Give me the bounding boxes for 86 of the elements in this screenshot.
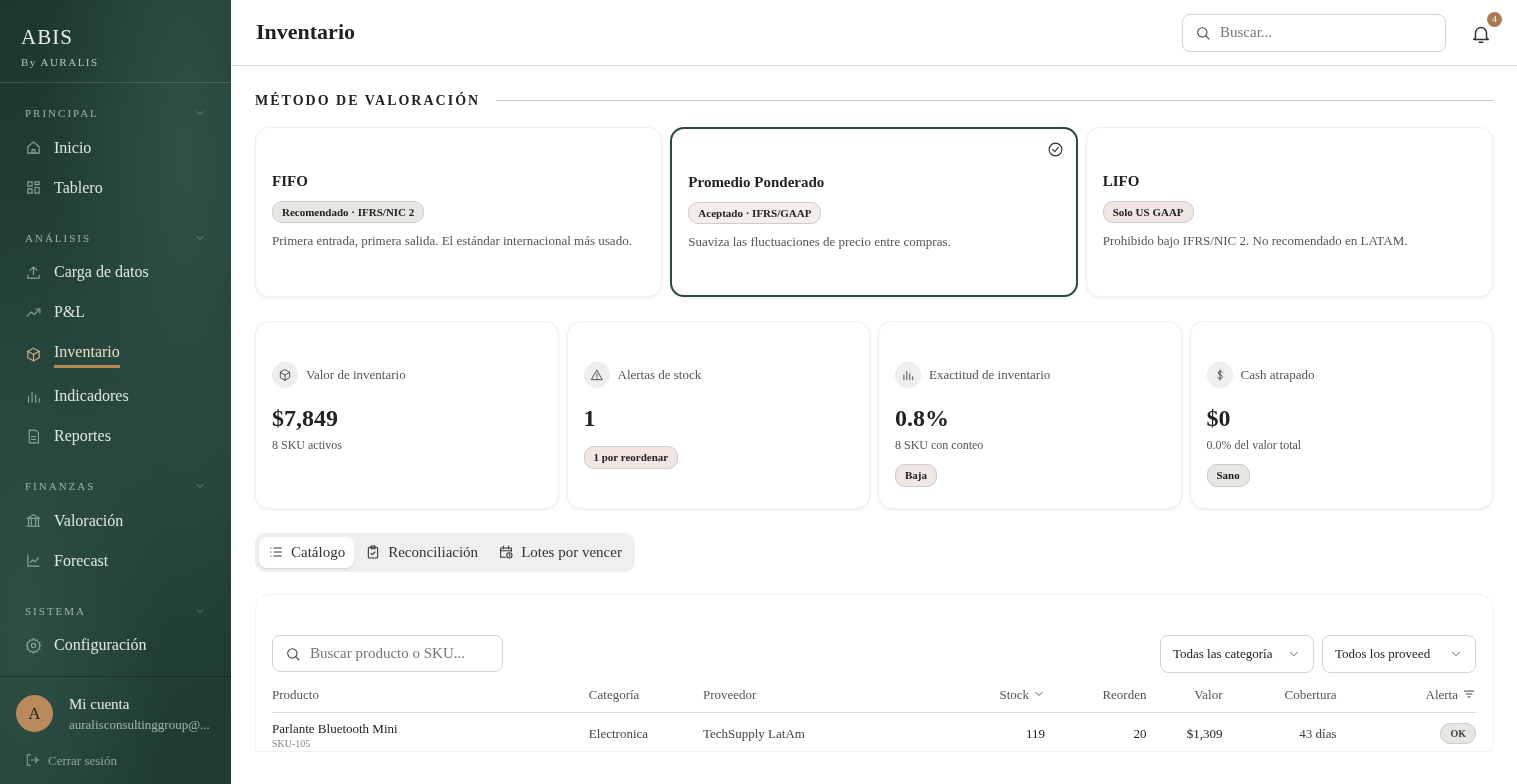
method-card[interactable]: FIFO Recomendado · IFRS/NIC 2 Primera entrada, primera salida. El estándar internacional más usado.	[255, 127, 663, 297]
tab[interactable]: Reconciliación	[356, 537, 488, 568]
product-name: Parlante Bluetooth Mini	[272, 720, 399, 738]
method-tag: Solo US GAAP	[1102, 200, 1194, 223]
nav-item[interactable]: Tablero	[0, 167, 231, 208]
nav-item[interactable]: Inventario	[0, 332, 231, 376]
status-tag: Sano	[1206, 464, 1250, 487]
cube-icon	[278, 368, 292, 382]
account-email: auralisconsultinggroup@...	[69, 716, 210, 734]
status-tag: 1 por reordenar	[583, 446, 679, 469]
section-label: FINANZAS	[25, 479, 96, 494]
section-label: ANÁLISIS	[25, 230, 92, 246]
method-description: Primera entrada, primera salida. El estándar internacional más usado.	[272, 232, 633, 250]
table-cell: Electronica	[588, 726, 649, 741]
kpi-value: 1	[583, 404, 597, 433]
column-header: Reorden	[1102, 685, 1147, 704]
nav-item[interactable]: Configuración	[0, 625, 231, 665]
kpi-caption: 0.0% del valor total	[1206, 437, 1303, 454]
filter-dropdown[interactable]: Todas las categoría	[1160, 634, 1314, 673]
product-sku: SKU-105	[272, 738, 312, 749]
column-header: Cobertura	[1284, 685, 1337, 704]
table-cell: TechSupply LatAm	[702, 726, 805, 741]
kpi-value: 0.8%	[895, 404, 950, 433]
account-name: Mi cuenta	[69, 694, 131, 714]
tab[interactable]: Catálogo	[259, 537, 355, 568]
method-description: Suaviza las fluctuaciones de precio entre compras.	[688, 233, 952, 251]
upload-icon	[25, 263, 42, 281]
nav-item[interactable]: Inicio	[0, 127, 231, 168]
column-header: Producto	[272, 685, 319, 704]
section-label: PRINCIPAL	[25, 106, 99, 121]
kpi-value: $7,849	[272, 404, 339, 433]
settings-icon	[25, 636, 42, 654]
kpi-label: Exactitud de inventario	[929, 366, 1051, 385]
logout-link[interactable]: Cerrar sesión	[24, 750, 215, 770]
brand-name: ABIS	[21, 24, 74, 51]
filter-dropdown[interactable]: Todos los proveed	[1322, 634, 1476, 673]
page-title: Inventario	[256, 19, 355, 46]
notification-count: 4	[1487, 12, 1502, 28]
column-header: Categoría	[588, 685, 640, 704]
method-name: LIFO	[1102, 172, 1141, 191]
line-chart-icon	[25, 552, 42, 569]
nav-item[interactable]: P&L	[0, 292, 231, 332]
column-header[interactable]: Alerta	[1425, 684, 1476, 704]
check-circle-icon	[1046, 141, 1064, 158]
brand-tagline: By AURALIS	[21, 54, 100, 70]
method-tag: Aceptado · IFRS/GAAP	[688, 201, 822, 224]
nav-item[interactable]: Valoración	[0, 500, 231, 541]
kpi-label: Alertas de stock	[617, 366, 702, 385]
kpi-value: $0	[1206, 404, 1232, 433]
table-cell: 119	[1026, 726, 1046, 741]
status-tag: Baja	[895, 464, 937, 487]
bar-chart-icon	[901, 368, 915, 382]
table-cell: 20	[1133, 726, 1147, 741]
calendar-clock-icon	[498, 544, 515, 561]
tab[interactable]: Lotes por vencer	[489, 537, 631, 568]
warning-icon	[589, 368, 604, 382]
product-search-field[interactable]: Buscar producto o SKU...	[272, 635, 503, 672]
kpi-label: Valor de inventario	[306, 366, 406, 385]
table-cell: 43 días	[1299, 726, 1337, 741]
column-header: Proveedor	[702, 685, 757, 704]
method-tag: Recomendado · IFRS/NIC 2	[272, 200, 425, 223]
kpi-label: Cash atrapado	[1240, 366, 1315, 385]
section-title: MÉTODO DE VALORACIÓN	[255, 91, 481, 110]
method-name: Promedio Ponderado	[688, 173, 826, 192]
nav-item[interactable]: Carga de datos	[0, 252, 231, 292]
nav-item[interactable]: Indicadores	[0, 376, 231, 416]
grid-icon	[25, 179, 42, 196]
bank-icon	[25, 512, 42, 529]
nav-item[interactable]: Reportes	[0, 416, 231, 456]
method-card[interactable]: Promedio Ponderado Aceptado · IFRS/GAAP Suaviza las fluctuaciones de precio entre compras.	[670, 127, 1078, 297]
section-label: SISTEMA	[25, 603, 87, 619]
house-icon	[25, 139, 42, 156]
kpi-caption: 8 SKU activos	[272, 437, 343, 454]
search-field[interactable]: Buscar...	[1182, 13, 1446, 52]
cube-icon	[25, 345, 42, 363]
method-name: FIFO	[272, 172, 309, 191]
method-description: Prohibido bajo IFRS/NIC 2. No recomendado en LATAM.	[1102, 232, 1409, 250]
table-cell: $1,309	[1186, 726, 1223, 741]
column-header[interactable]: Stock	[999, 684, 1046, 704]
logout-icon	[24, 752, 40, 769]
avatar: A	[16, 695, 53, 732]
column-header: Valor	[1194, 685, 1223, 704]
method-card[interactable]: LIFO Solo US GAAP Prohibido bajo IFRS/NIC 2. No recomendado en LATAM.	[1085, 127, 1493, 297]
kpi-caption: 8 SKU con conteo	[895, 437, 985, 454]
nav-item[interactable]: Forecast	[0, 540, 231, 581]
alert-status: OK	[1440, 723, 1476, 745]
